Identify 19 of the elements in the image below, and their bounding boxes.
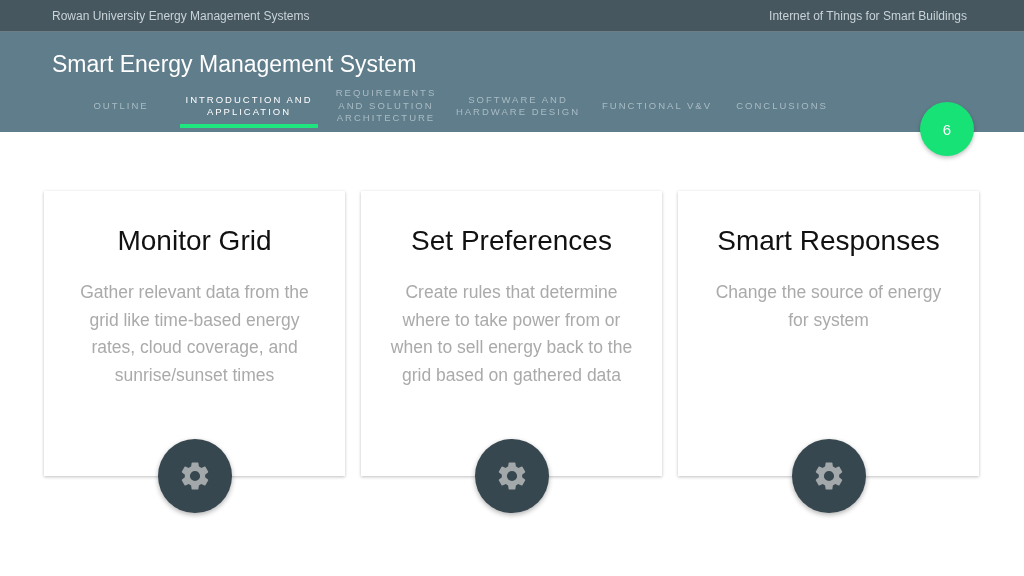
section-tab[interactable]: FUNCTIONAL V&V [598,88,716,128]
section-tab[interactable]: OUTLINE [78,88,164,128]
settings-button[interactable] [157,439,232,513]
slide-title: Smart Energy Management System [52,50,418,78]
section-tab[interactable]: CONCLUSIONS [732,88,832,128]
card-description: Gather relevant data from the grid like time-based energy rates, cloud coverage, and sunrise/sunset times [79,281,310,388]
card-description: Change the source of energy for system [714,281,943,332]
card-title: Smart Responses [717,225,940,257]
section-tab[interactable]: REQUIREMENTS AND SOLUTION ARCHITECTURE [334,88,438,128]
card-title: Monitor Grid [117,225,272,257]
presentation-subtitle: Rowan University Energy Management Systems [52,8,310,23]
card-description: Create rules that determine where to take power from or when to sell energy back to the grid based on gathered data [389,281,634,388]
page-number-badge: 6 [920,102,974,156]
settings-button[interactable] [474,439,549,513]
settings-button[interactable] [791,439,866,513]
presentation-topic: Internet of Things for Smart Buildings [769,8,967,23]
card-title: Set Preferences [411,225,612,257]
section-tab[interactable]: INTRODUCTION AND APPLICATION [180,88,318,128]
section-tab[interactable]: SOFTWARE AND HARDWARE DESIGN [454,88,582,128]
